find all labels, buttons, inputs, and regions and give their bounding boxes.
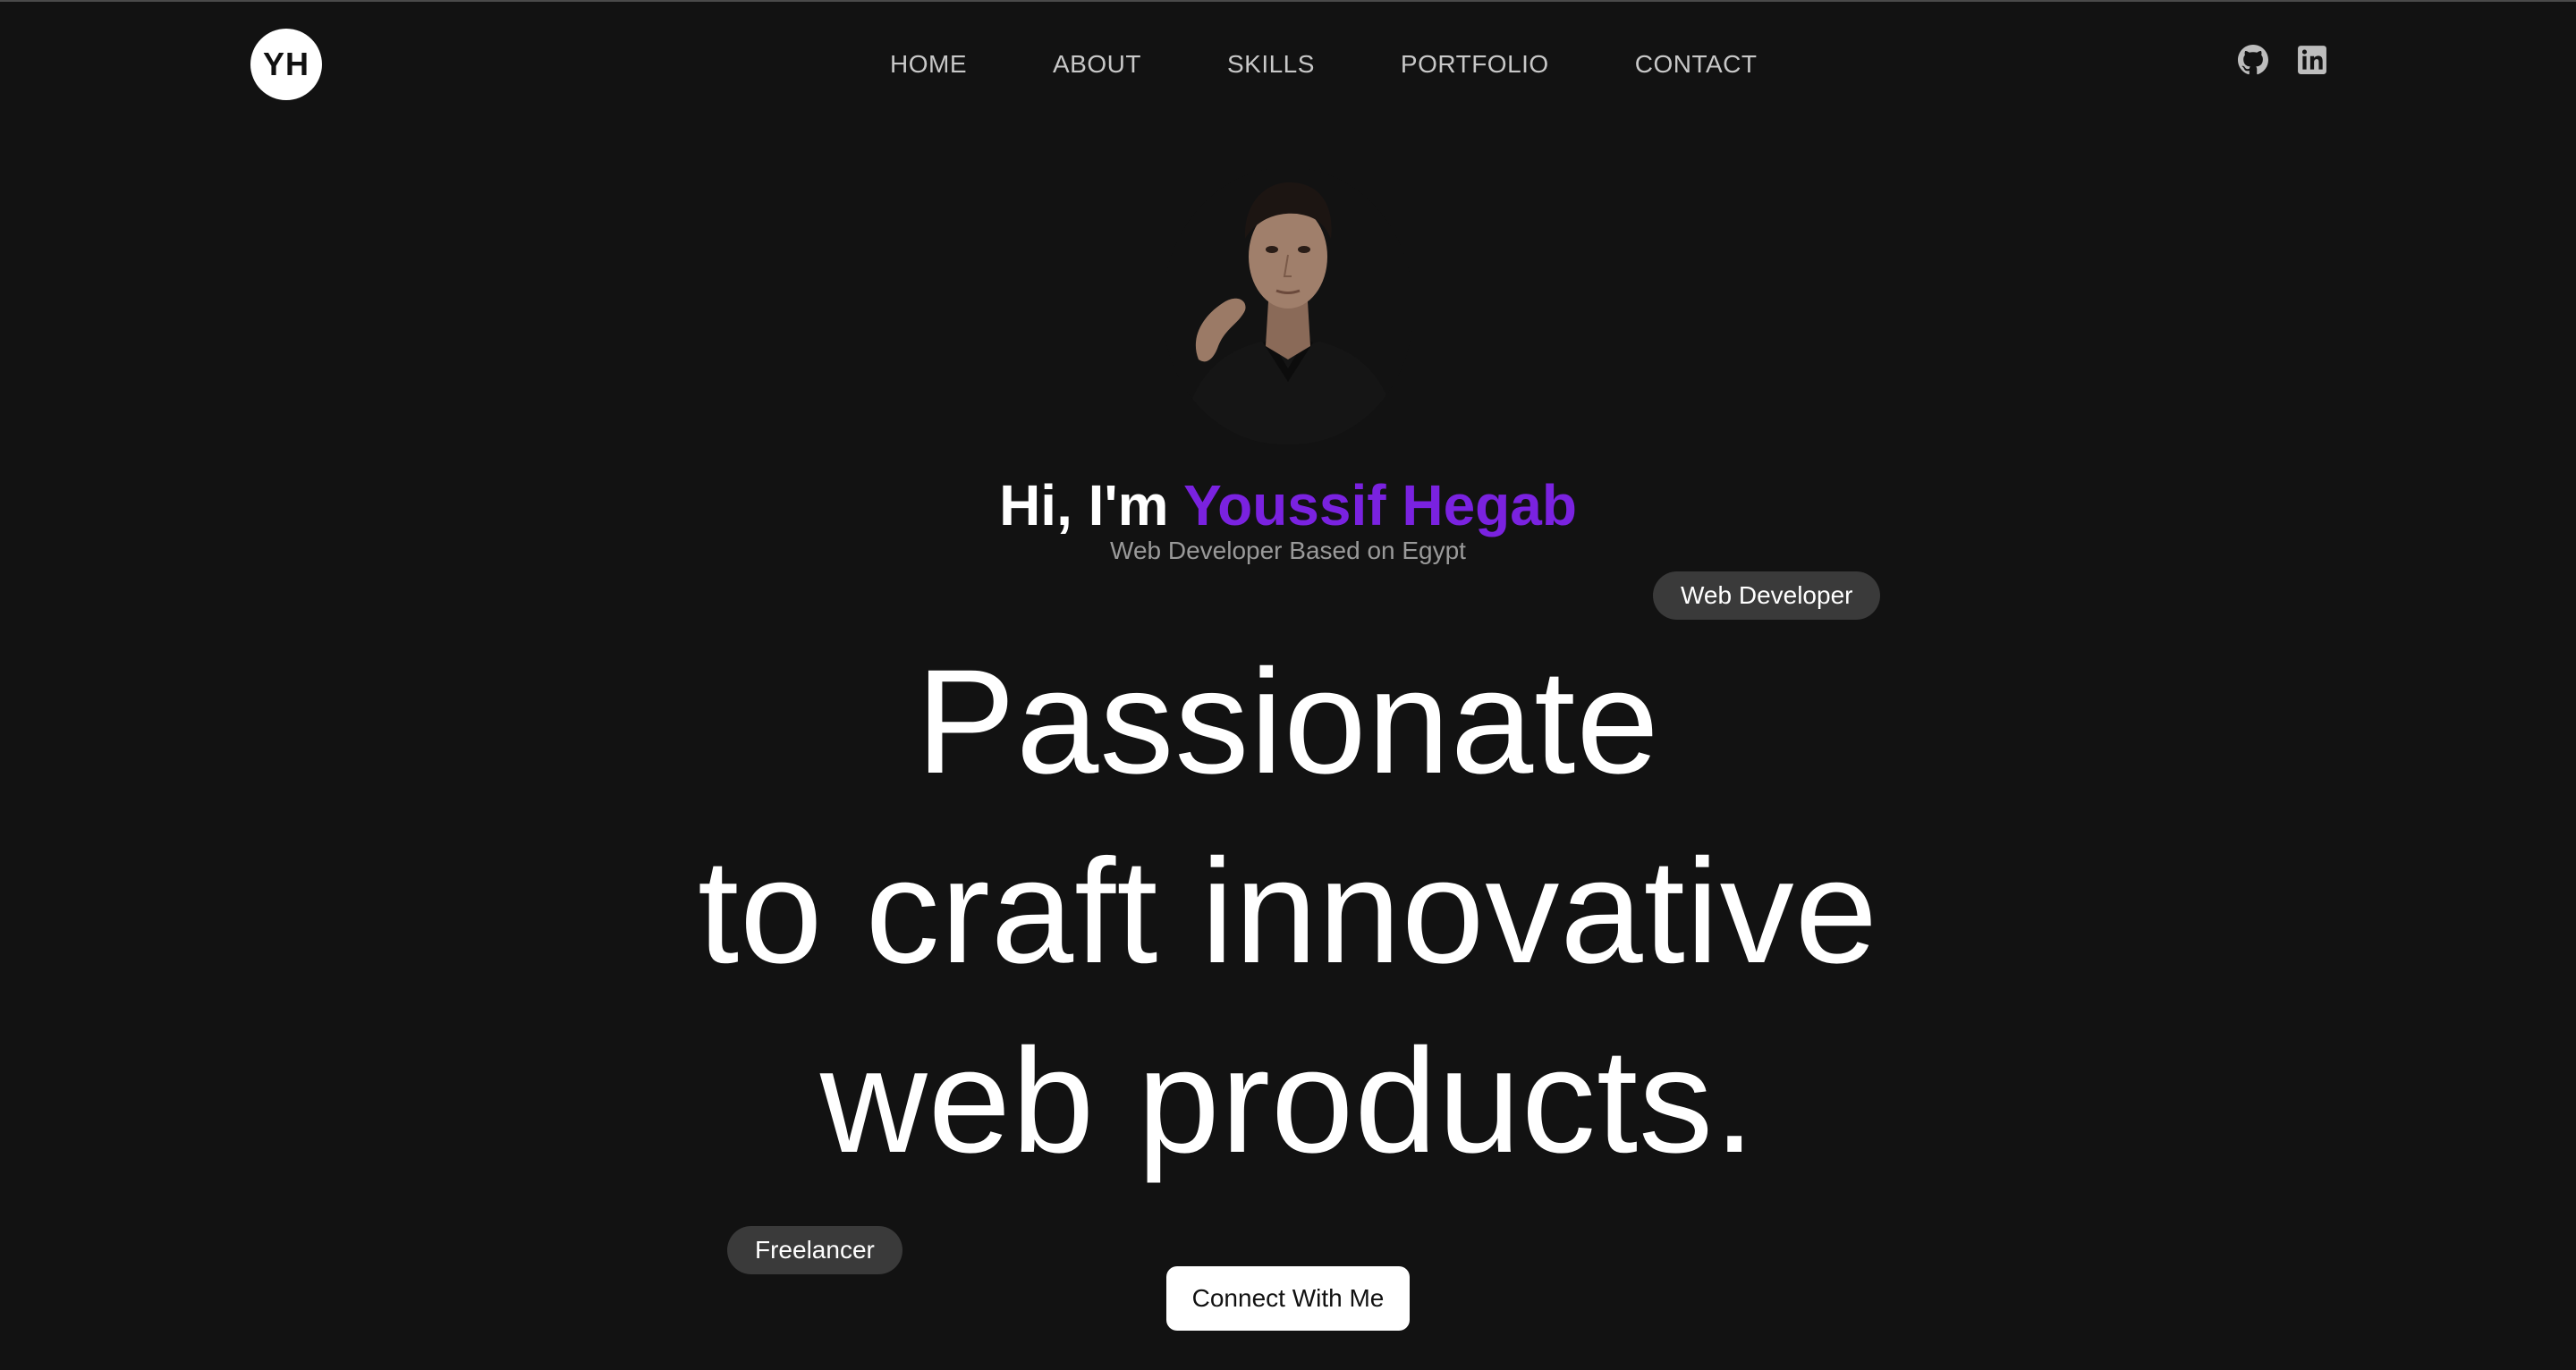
hero-name: Youssif Hegab [1183,473,1577,537]
main-nav: HOME ABOUT SKILLS PORTFOLIO CONTACT [890,50,1757,79]
headline-line-1: Passionate [916,639,1660,805]
nav-contact[interactable]: CONTACT [1635,50,1758,79]
nav-about[interactable]: ABOUT [1053,50,1141,79]
hero-subtitle: Web Developer Based on Egypt [1110,537,1466,564]
portfolio-page: YH HOME ABOUT SKILLS PORTFOLIO CONTACT H… [0,0,2576,1370]
hero-headline: Passionate to craft innovative web produ… [0,628,2576,1197]
site-logo[interactable]: YH [250,29,322,100]
hero-greeting: Hi, I'm Youssif Hegab [0,471,2576,539]
nav-home[interactable]: HOME [890,50,967,79]
linkedin-icon[interactable] [2297,45,2327,75]
social-links [2238,45,2327,75]
connect-with-me-button[interactable]: Connect With Me [1166,1266,1410,1331]
headline-line-3: web products. [819,1019,1757,1184]
github-icon[interactable] [2238,45,2268,75]
nav-portfolio[interactable]: PORTFOLIO [1401,50,1549,79]
freelancer-badge: Freelancer [727,1226,902,1274]
profile-photo [1163,167,1413,444]
headline-line-2: to craft innovative [697,829,1878,994]
web-developer-badge: Web Developer [1653,571,1881,620]
greeting-prefix: Hi, I'm [999,473,1184,537]
nav-skills[interactable]: SKILLS [1227,50,1315,79]
